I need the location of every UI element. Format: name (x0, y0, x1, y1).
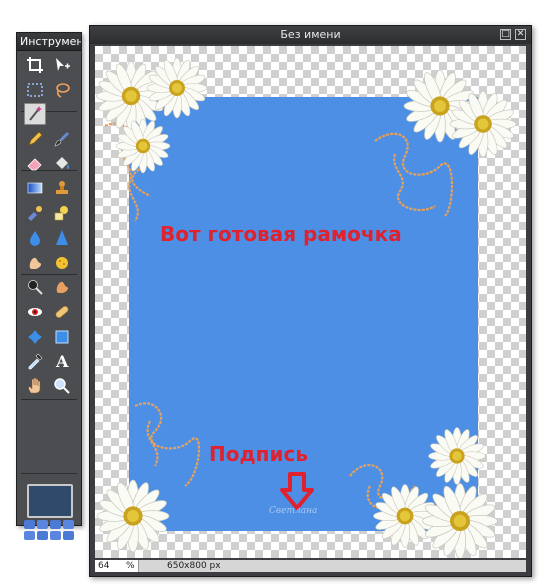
watermark-text: Светлана (269, 506, 318, 516)
document-titlebar[interactable]: Без имени □ ✕ (90, 26, 531, 44)
pinch-icon[interactable] (51, 326, 73, 348)
hand-icon[interactable] (24, 375, 46, 397)
image-canvas[interactable]: Вот готовая рамочка Подпись Светлана (95, 46, 526, 558)
preset-swatch[interactable] (50, 520, 61, 529)
pencil-icon[interactable] (24, 128, 46, 150)
preset-swatch[interactable] (63, 520, 74, 529)
zoom-value: 64 (98, 561, 110, 571)
primary-color-swatch[interactable] (27, 484, 73, 518)
color-presets (24, 520, 74, 540)
zoom-icon[interactable] (51, 375, 73, 397)
stamp-icon[interactable] (51, 177, 73, 199)
sharpen-icon[interactable] (51, 227, 73, 249)
canvas-caption: Подпись (209, 442, 308, 466)
eyedropper-icon[interactable] (24, 350, 46, 372)
sponge-icon[interactable] (51, 252, 73, 274)
text-icon[interactable]: A (51, 350, 73, 372)
preset-swatch[interactable] (50, 531, 61, 540)
burn-icon[interactable] (51, 276, 73, 298)
preset-swatch[interactable] (63, 531, 74, 540)
red-eye-icon[interactable] (24, 301, 46, 323)
blur-icon[interactable] (24, 227, 46, 249)
shape-icon[interactable] (51, 202, 73, 224)
marquee-icon[interactable] (24, 79, 46, 101)
dodge-icon[interactable] (24, 276, 46, 298)
empty-slot (51, 103, 73, 125)
document-title: Без имени (280, 28, 341, 41)
crop-icon[interactable] (24, 54, 46, 76)
svg-text:A: A (55, 352, 69, 370)
zoom-unit: % (126, 561, 135, 571)
color-replace-icon[interactable] (24, 202, 46, 224)
down-arrow-icon (280, 472, 314, 510)
tools-panel-title: Инструмент (17, 33, 81, 51)
move-icon[interactable] (51, 54, 73, 76)
zoom-field[interactable]: 64 % (95, 560, 139, 572)
eraser-icon[interactable] (24, 153, 46, 175)
bloat-icon[interactable] (24, 326, 46, 348)
preset-swatch[interactable] (24, 531, 35, 540)
document-window: Без имени □ ✕ Вот готовая рамочка Подпис… (89, 25, 532, 577)
status-bar: 64 % 650x800 px (95, 560, 526, 572)
image-dimensions: 650x800 px (167, 561, 221, 571)
preset-swatch[interactable] (24, 520, 35, 529)
gradient-icon[interactable] (24, 177, 46, 199)
tools-panel: Инструмент (16, 32, 82, 540)
close-icon[interactable]: ✕ (515, 29, 526, 40)
preset-swatch[interactable] (37, 531, 48, 540)
canvas-headline: Вот готовая рамочка (160, 222, 402, 246)
smudge-icon[interactable] (24, 252, 46, 274)
magic-wand-icon[interactable] (24, 103, 46, 126)
brush-icon[interactable] (51, 128, 73, 150)
paint-bucket-icon[interactable] (51, 153, 73, 175)
maximize-icon[interactable]: □ (500, 29, 511, 40)
bandage-icon[interactable] (51, 301, 73, 323)
lasso-icon[interactable] (51, 79, 73, 101)
preset-swatch[interactable] (37, 520, 48, 529)
